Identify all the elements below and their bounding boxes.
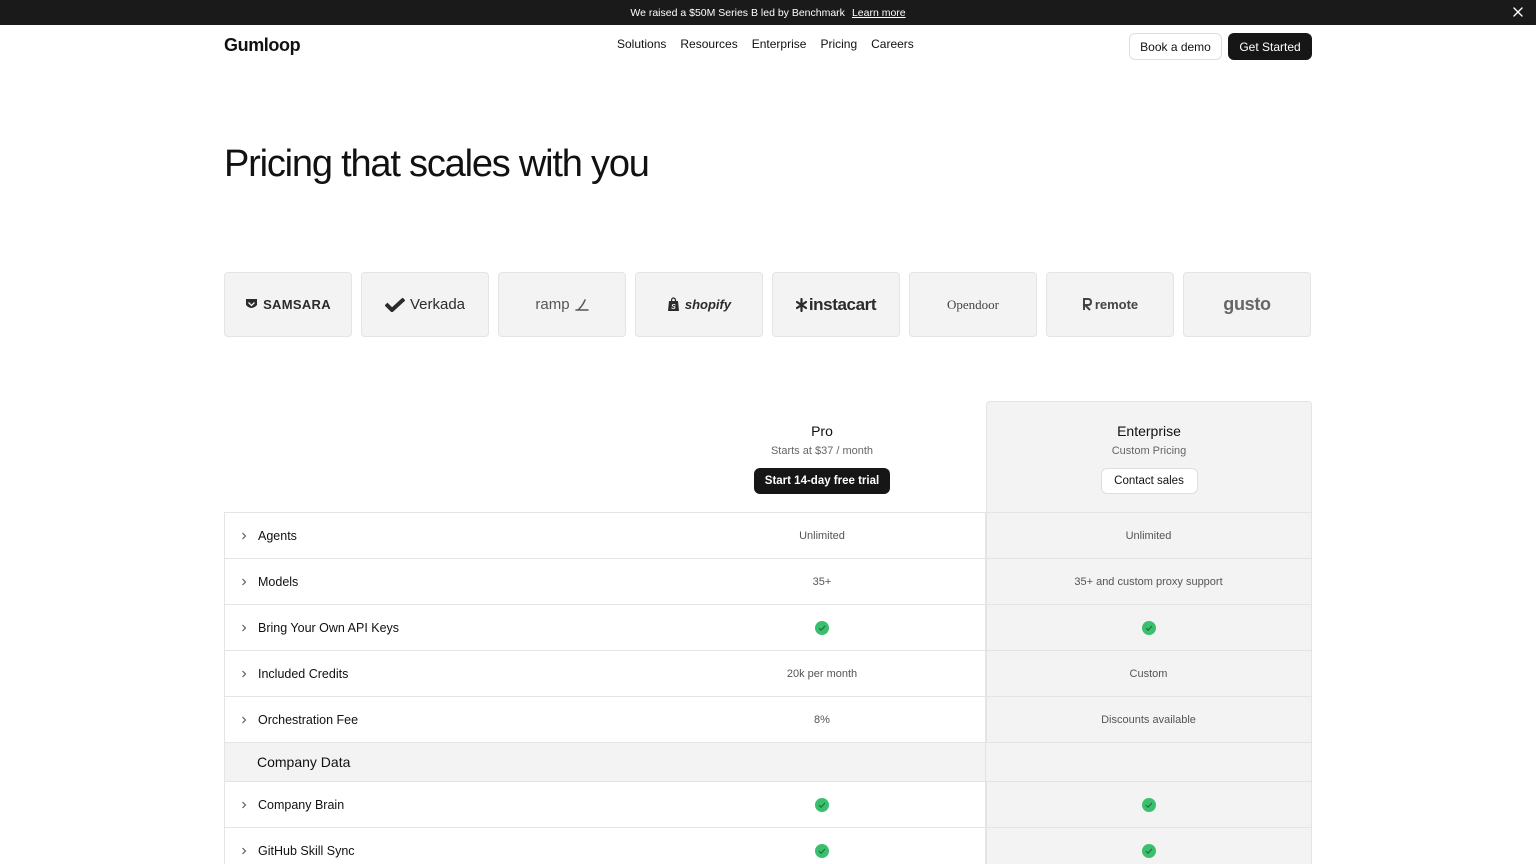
feature-label: Models	[258, 574, 299, 589]
close-icon[interactable]	[1510, 4, 1526, 20]
enterprise-value: Custom	[986, 651, 1312, 696]
logo-instacart: instacart	[772, 272, 900, 337]
samsara-shield-icon	[245, 298, 258, 311]
nav-resources[interactable]: Resources	[680, 37, 737, 51]
pricing-table: Agents Unlimited Unlimited Models 35+ 35…	[224, 512, 1312, 864]
logo-shopify: S shopify	[635, 272, 763, 337]
contact-sales-button[interactable]: Contact sales	[1100, 468, 1198, 494]
pro-value: 35+	[659, 559, 986, 604]
check-circle-icon	[815, 843, 829, 858]
feature-label: Bring Your Own API Keys	[258, 620, 400, 635]
learn-more-link[interactable]: Learn more	[852, 7, 906, 19]
announcement-text: We raised a $50M Series B led by Benchma…	[630, 6, 845, 19]
enterprise-value: 35+ and custom proxy support	[986, 559, 1312, 604]
plan-pro-price: Starts at $37 / month	[770, 445, 874, 457]
table-row[interactable]: Orchestration Fee 8% Discounts available	[224, 696, 1312, 742]
logo-opendoor: Opendoor	[909, 272, 1037, 337]
chevron-right-icon[interactable]	[239, 846, 249, 856]
nav-enterprise[interactable]: Enterprise	[752, 37, 807, 51]
instacart-carrot-icon	[795, 297, 807, 312]
nav-solutions[interactable]: Solutions	[617, 37, 666, 51]
logo-remote: remote	[1046, 272, 1174, 337]
chevron-right-icon[interactable]	[239, 669, 249, 679]
book-demo-button[interactable]: Book a demo	[1129, 33, 1222, 60]
feature-label: Company Brain	[258, 797, 345, 812]
plan-pro-name: Pro	[811, 423, 833, 439]
table-row[interactable]: Included Credits 20k per month Custom	[224, 650, 1312, 696]
start-trial-button[interactable]: Start 14-day free trial	[754, 468, 890, 494]
pro-value: 8%	[659, 697, 986, 742]
check-circle-icon	[1141, 797, 1156, 812]
main-nav: Solutions Resources Enterprise Pricing C…	[617, 37, 914, 51]
logo-samsara: SAMSARA	[224, 272, 352, 337]
remote-r-icon	[1082, 298, 1092, 311]
feature-label: GitHub Skill Sync	[258, 843, 355, 858]
feature-label: Orchestration Fee	[258, 712, 359, 727]
check-circle-icon	[1141, 620, 1156, 635]
chevron-right-icon[interactable]	[239, 800, 249, 810]
chevron-right-icon[interactable]	[239, 531, 249, 541]
page-title: Pricing that scales with you	[224, 143, 650, 185]
check-circle-icon	[1141, 843, 1156, 858]
enterprise-value: Discounts available	[986, 697, 1312, 742]
logo-verkada: Verkada	[361, 272, 489, 337]
table-row[interactable]: Bring Your Own API Keys	[224, 604, 1312, 650]
pro-value: 20k per month	[659, 651, 986, 696]
plan-enterprise: Enterprise Custom Pricing Contact sales	[986, 423, 1312, 494]
chevron-right-icon[interactable]	[239, 623, 249, 633]
customer-logos: SAMSARA Verkada ramp S shopify instacart…	[224, 272, 1311, 337]
table-row[interactable]: Models 35+ 35+ and custom proxy support	[224, 558, 1312, 604]
ramp-wing-icon	[574, 298, 589, 311]
logo-ramp: ramp	[498, 272, 626, 337]
logo-gusto: gusto	[1183, 272, 1311, 337]
pro-value: Unlimited	[659, 513, 986, 558]
section-header-row: Company Data	[224, 742, 1312, 781]
plan-enterprise-name: Enterprise	[1117, 423, 1181, 439]
verkada-check-icon	[384, 297, 405, 312]
plan-enterprise-price: Custom Pricing	[1111, 445, 1187, 457]
feature-label: Agents	[258, 528, 297, 543]
chevron-right-icon[interactable]	[239, 577, 249, 587]
svg-text:S: S	[671, 304, 676, 311]
gumloop-logo[interactable]: Gumloop	[224, 35, 301, 56]
announcement-bar: We raised a $50M Series B led by Benchma…	[0, 0, 1536, 25]
feature-label: Included Credits	[258, 666, 349, 681]
check-circle-icon	[815, 620, 829, 635]
get-started-button[interactable]: Get Started	[1228, 33, 1312, 60]
table-row[interactable]: GitHub Skill Sync	[224, 827, 1312, 864]
chevron-right-icon[interactable]	[239, 715, 249, 725]
nav-careers[interactable]: Careers	[871, 37, 914, 51]
shopify-bag-icon: S	[667, 297, 680, 312]
nav-pricing[interactable]: Pricing	[820, 37, 857, 51]
table-row[interactable]: Agents Unlimited Unlimited	[224, 512, 1312, 558]
plan-pro: Pro Starts at $37 / month Start 14-day f…	[659, 423, 985, 494]
table-row[interactable]: Company Brain	[224, 781, 1312, 827]
enterprise-value: Unlimited	[986, 513, 1312, 558]
check-circle-icon	[815, 797, 829, 812]
section-title: Company Data	[224, 743, 659, 781]
